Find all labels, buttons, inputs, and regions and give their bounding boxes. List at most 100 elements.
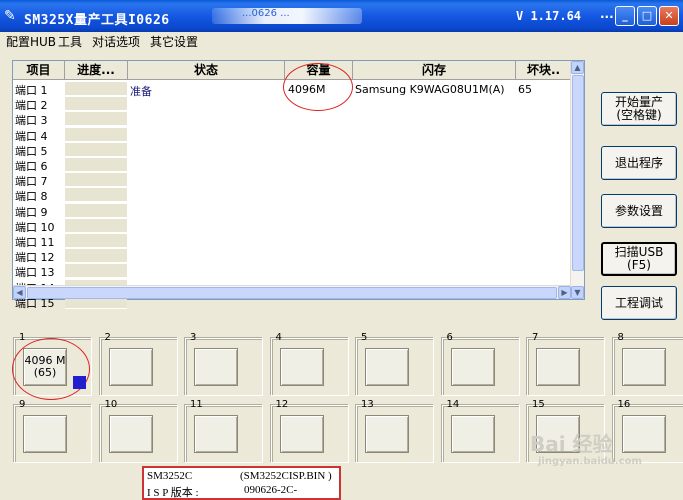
row-progress-cell	[65, 203, 127, 218]
maximize-icon: □	[641, 9, 653, 22]
port-button[interactable]	[450, 348, 495, 386]
port-button[interactable]	[621, 415, 666, 453]
row-progress-cell	[65, 173, 127, 188]
row-progress-cell	[65, 112, 127, 127]
port1-highlight-ellipse	[12, 338, 90, 400]
scroll-left-icon[interactable]: ◀	[13, 286, 26, 299]
scroll-down-icon[interactable]: ▼	[571, 286, 584, 299]
row-progress-cell	[65, 218, 127, 233]
col-item[interactable]: 项目	[13, 61, 65, 80]
scan-usb-button[interactable]: 扫描USB (F5)	[601, 242, 677, 276]
port1-status-led	[73, 376, 86, 389]
row-port-label: 端口 5	[15, 144, 48, 158]
port-number: 3	[190, 332, 197, 343]
isp-version-value: 090626-2C-	[244, 484, 298, 496]
row-port-label: 端口 6	[15, 160, 48, 173]
start-production-button[interactable]: 开始量产 (空格键)	[601, 92, 677, 126]
exit-program-button[interactable]: 退出程序	[601, 146, 677, 180]
menu-bar: 配置HUB 工具 对话选项 其它设置	[0, 32, 683, 50]
port-button[interactable]	[194, 415, 238, 453]
row-port-label: 端口 4	[15, 129, 48, 143]
horizontal-scrollbar[interactable]: ◀ ▶	[13, 285, 571, 299]
port-button[interactable]	[194, 348, 238, 386]
engineering-debug-label: 工程调试	[614, 295, 663, 310]
title-dots: ...	[600, 7, 614, 21]
row-progress-cell	[65, 82, 127, 96]
row-progress-cell	[65, 234, 127, 248]
row-port-label: 端口 1	[15, 84, 48, 97]
port-button[interactable]	[450, 415, 495, 453]
port-number: 16	[617, 399, 631, 410]
parameter-settings-label: 参数设置	[614, 203, 663, 218]
row-progress-cell	[65, 158, 127, 172]
minimize-icon: _	[622, 9, 628, 22]
col-progress[interactable]: 进度...	[65, 61, 128, 80]
row-progress-cell	[65, 97, 127, 112]
port-number: 4	[275, 332, 282, 343]
port-number: 11	[190, 399, 203, 410]
port-status-grid[interactable]: 项目 进度... 状态 容量 闪存 坏块.. 端口 1 端口 2 端口 3 端口 4端…	[12, 60, 585, 310]
row-progress-cell	[65, 127, 127, 142]
menu-tools[interactable]: 工具	[58, 33, 82, 50]
close-icon: ✕	[664, 9, 674, 22]
port-number: 2	[104, 332, 111, 343]
maximize-button[interactable]: □	[637, 6, 657, 26]
port-number: 13	[361, 399, 374, 410]
isp-bin-file: (SM3252CISP.BIN )	[240, 470, 332, 482]
port-number: 1	[19, 332, 26, 343]
row1-flash: Samsung K9WAG08U1M(A)	[355, 83, 505, 96]
scan-usb-hint: (F5)	[627, 258, 651, 272]
col-status[interactable]: 状态	[128, 61, 285, 80]
horizontal-scroll-thumb[interactable]	[27, 287, 557, 299]
row-port-label: 端口 7	[15, 175, 48, 189]
engineering-debug-button[interactable]: 工程调试	[601, 286, 677, 320]
vertical-scroll-thumb[interactable]	[572, 75, 584, 271]
port-number: 6	[446, 332, 453, 343]
title-blurred-area: ...0626 ...	[212, 8, 362, 24]
port-button[interactable]	[621, 348, 666, 386]
row-progress-cell	[65, 249, 127, 264]
row-port-label: 端口 9	[15, 205, 48, 219]
controller-model: SM3252C	[147, 470, 193, 482]
col-flash[interactable]: 闪存	[353, 61, 516, 80]
vertical-scrollbar[interactable]: ▲ ▼	[570, 61, 584, 299]
scroll-up-icon[interactable]: ▲	[571, 61, 584, 74]
window-title: SM325X量产工具I0626	[24, 13, 170, 28]
capacity-highlight-ellipse	[283, 63, 353, 111]
watermark-url: jingyan.baidu.com	[538, 456, 642, 467]
scroll-right-icon[interactable]: ▶	[558, 286, 571, 299]
port-number: 5	[361, 332, 368, 343]
col-bad-blocks[interactable]: 坏块..	[516, 61, 572, 80]
port-button[interactable]	[279, 415, 324, 453]
close-button[interactable]: ✕	[659, 6, 679, 26]
menu-dialog-options[interactable]: 对话选项	[92, 33, 140, 50]
port-number: 15	[532, 399, 545, 410]
port-number: 7	[532, 332, 539, 343]
port-number: 9	[19, 399, 26, 410]
port-button[interactable]	[365, 415, 409, 453]
port-button[interactable]	[365, 348, 409, 386]
port-button[interactable]	[536, 348, 580, 386]
row-port-label: 端口 13	[15, 266, 55, 280]
minimize-button[interactable]: _	[615, 6, 635, 26]
watermark-logo: Bai 经验	[530, 432, 613, 456]
isp-version-label: I S P 版本 :	[147, 487, 199, 499]
port-number: 14	[446, 399, 460, 410]
row1-status: 准备	[130, 85, 152, 98]
start-production-hint: (空格键)	[616, 108, 662, 122]
row-port-label: 端口 8	[15, 190, 48, 204]
firmware-info-box: SM3252C (SM3252CISP.BIN ) I S P 版本 : 090…	[142, 466, 341, 500]
port-button[interactable]	[23, 415, 67, 453]
parameter-settings-button[interactable]: 参数设置	[601, 194, 677, 228]
row-port-label: 端口 3	[15, 114, 48, 128]
row-port-label: 端口 11	[15, 236, 55, 249]
row-progress-cell	[65, 188, 127, 203]
row-progress-cell	[65, 264, 127, 279]
menu-config-hub[interactable]: 配置HUB	[6, 33, 56, 50]
menu-other-settings[interactable]: 其它设置	[150, 33, 198, 50]
row-port-label: 端口 12	[15, 251, 55, 265]
port-button[interactable]	[279, 348, 324, 386]
port-button[interactable]	[108, 415, 153, 453]
title-bar: ✎ SM325X量产工具I0626 ...0626 ... V 1.17.64 …	[0, 0, 683, 32]
port-button[interactable]	[108, 348, 153, 386]
